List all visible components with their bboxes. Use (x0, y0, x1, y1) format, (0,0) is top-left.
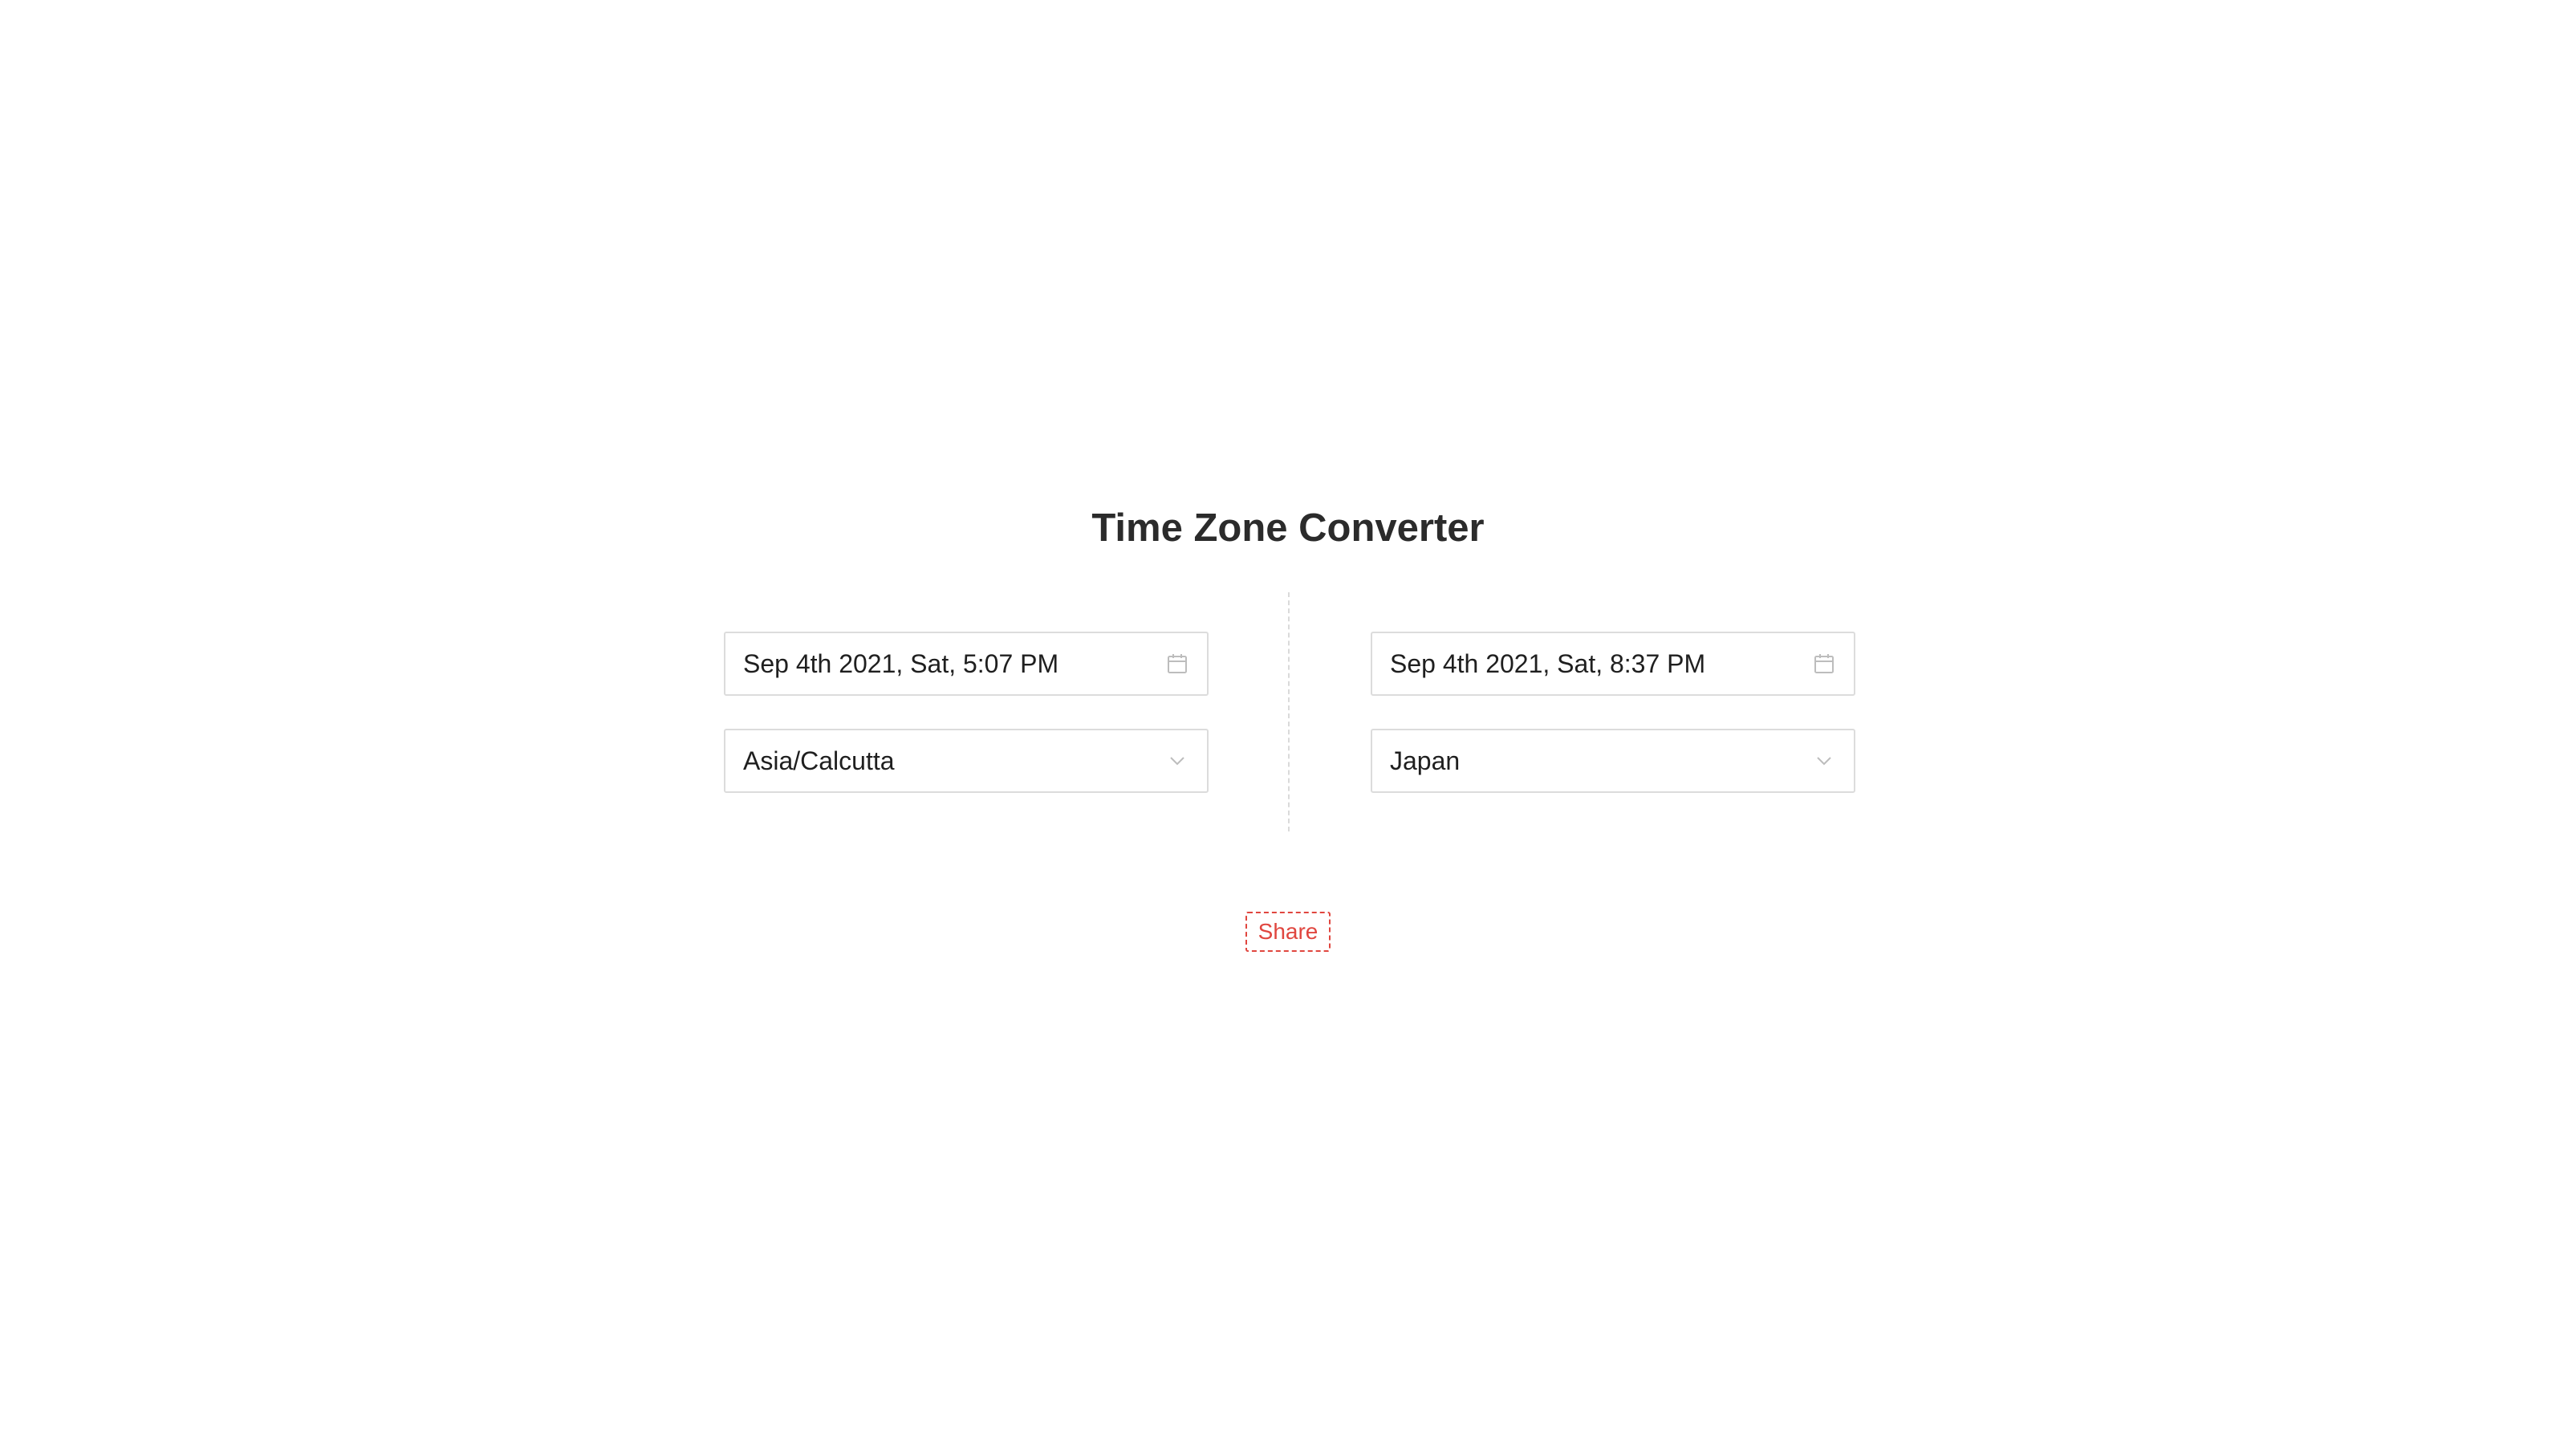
source-timezone-select[interactable]: Asia/Calcutta (724, 729, 1209, 793)
chevron-down-icon[interactable] (1165, 749, 1189, 773)
source-datetime-value: Sep 4th 2021, Sat, 5:07 PM (743, 648, 1059, 678)
target-datetime-value: Sep 4th 2021, Sat, 8:37 PM (1390, 648, 1706, 678)
source-timezone-value: Asia/Calcutta (743, 746, 895, 775)
target-timezone-select[interactable]: Japan (1371, 729, 1855, 793)
calendar-icon[interactable] (1165, 652, 1189, 676)
page: Time Zone Converter Sep 4th 2021, Sat, 5… (0, 0, 2576, 1443)
target-timezone-value: Japan (1390, 746, 1461, 775)
column-divider (1288, 592, 1290, 831)
calendar-icon[interactable] (1812, 652, 1836, 676)
target-datetime-input[interactable]: Sep 4th 2021, Sat, 8:37 PM (1371, 632, 1855, 696)
share-button[interactable]: Share (1245, 912, 1331, 952)
source-datetime-input[interactable]: Sep 4th 2021, Sat, 5:07 PM (724, 632, 1209, 696)
page-title: Time Zone Converter (1091, 506, 1485, 550)
chevron-down-icon[interactable] (1812, 749, 1836, 773)
